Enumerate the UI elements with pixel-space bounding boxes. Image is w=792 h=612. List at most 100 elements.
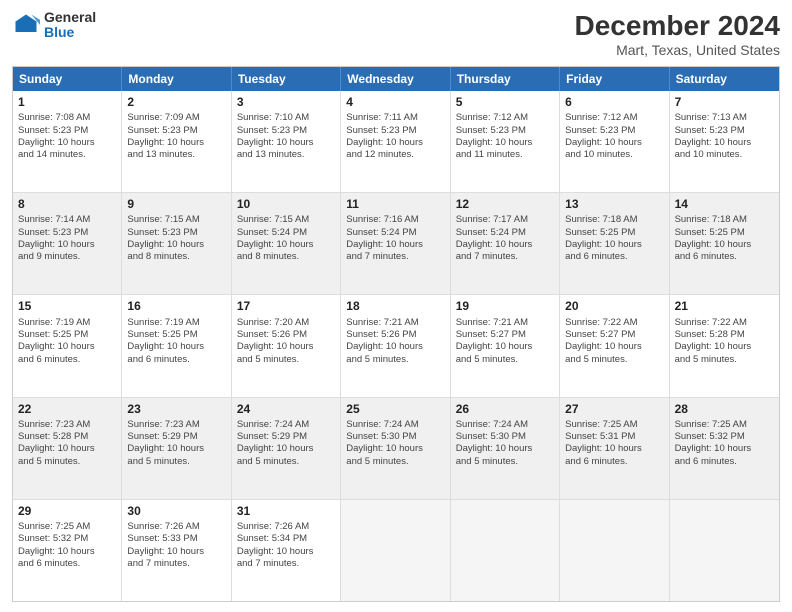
- cell-info: Sunrise: 7:20 AM Sunset: 5:26 PM Dayligh…: [237, 317, 335, 366]
- calendar-row-3: 15 Sunrise: 7:19 AM Sunset: 5:25 PM Dayli…: [13, 295, 779, 397]
- table-row: 27 Sunrise: 7:25 AM Sunset: 5:31 PM Dayli…: [560, 398, 669, 499]
- table-row: 16 Sunrise: 7:19 AM Sunset: 5:25 PM Dayli…: [122, 295, 231, 396]
- cell-info: Sunrise: 7:21 AM Sunset: 5:26 PM Dayligh…: [346, 317, 444, 366]
- header-wednesday: Wednesday: [341, 67, 450, 91]
- table-row: 10Sunrise: 7:15 AM Sunset: 5:24 PM Dayli…: [232, 193, 341, 294]
- table-row: 29Sunrise: 7:25 AM Sunset: 5:32 PM Dayli…: [13, 500, 122, 601]
- cell-info: Sunrise: 7:25 AM Sunset: 5:32 PM Dayligh…: [18, 521, 116, 570]
- table-row: 19 Sunrise: 7:21 AM Sunset: 5:27 PM Dayli…: [451, 295, 560, 396]
- cell-info: Sunrise: 7:26 AM Sunset: 5:34 PM Dayligh…: [237, 521, 335, 570]
- cell-info: Sunrise: 7:19 AM Sunset: 5:25 PM Dayligh…: [18, 317, 116, 366]
- table-row: [341, 500, 450, 601]
- header-tuesday: Tuesday: [232, 67, 341, 91]
- title-block: December 2024 Mart, Texas, United States: [575, 10, 780, 58]
- cell-info: Sunrise: 7:09 AM Sunset: 5:23 PM Dayligh…: [127, 112, 225, 161]
- table-row: 17 Sunrise: 7:20 AM Sunset: 5:26 PM Dayli…: [232, 295, 341, 396]
- day-number: 22: [18, 401, 116, 417]
- table-row: 14 Sunrise: 7:18 AM Sunset: 5:25 PM Dayli…: [670, 193, 779, 294]
- header-friday: Friday: [560, 67, 669, 91]
- header-monday: Monday: [122, 67, 231, 91]
- day-number: 7: [675, 94, 774, 110]
- table-row: 20Sunrise: 7:22 AM Sunset: 5:27 PM Dayli…: [560, 295, 669, 396]
- table-row: 15 Sunrise: 7:19 AM Sunset: 5:25 PM Dayli…: [13, 295, 122, 396]
- day-number: 1: [18, 94, 116, 110]
- day-number: 20: [565, 298, 663, 314]
- day-number: 3: [237, 94, 335, 110]
- day-number: 21: [675, 298, 774, 314]
- logo-blue-text: Blue: [44, 25, 96, 40]
- calendar-body: 1 Sunrise: 7:08 AM Sunset: 5:23 PM Daylig…: [13, 91, 779, 601]
- cell-info: Sunrise: 7:24 AM Sunset: 5:30 PM Dayligh…: [346, 419, 444, 468]
- day-number: 27: [565, 401, 663, 417]
- calendar-row-1: 1 Sunrise: 7:08 AM Sunset: 5:23 PM Daylig…: [13, 91, 779, 193]
- table-row: 7 Sunrise: 7:13 AM Sunset: 5:23 PM Daylig…: [670, 91, 779, 192]
- cell-info: Sunrise: 7:14 AM Sunset: 5:23 PM Dayligh…: [18, 214, 116, 263]
- table-row: [670, 500, 779, 601]
- day-number: 9: [127, 196, 225, 212]
- cell-info: Sunrise: 7:15 AM Sunset: 5:24 PM Dayligh…: [237, 214, 335, 263]
- cell-info: Sunrise: 7:24 AM Sunset: 5:30 PM Dayligh…: [456, 419, 554, 468]
- cell-info: Sunrise: 7:13 AM Sunset: 5:23 PM Dayligh…: [675, 112, 774, 161]
- table-row: 26Sunrise: 7:24 AM Sunset: 5:30 PM Dayli…: [451, 398, 560, 499]
- cell-info: Sunrise: 7:17 AM Sunset: 5:24 PM Dayligh…: [456, 214, 554, 263]
- day-number: 6: [565, 94, 663, 110]
- header: General Blue December 2024 Mart, Texas, …: [12, 10, 780, 58]
- table-row: 9Sunrise: 7:15 AM Sunset: 5:23 PM Daylig…: [122, 193, 231, 294]
- cell-info: Sunrise: 7:18 AM Sunset: 5:25 PM Dayligh…: [565, 214, 663, 263]
- table-row: 21Sunrise: 7:22 AM Sunset: 5:28 PM Dayli…: [670, 295, 779, 396]
- cell-info: Sunrise: 7:23 AM Sunset: 5:28 PM Dayligh…: [18, 419, 116, 468]
- cell-info: Sunrise: 7:23 AM Sunset: 5:29 PM Dayligh…: [127, 419, 225, 468]
- day-number: 18: [346, 298, 444, 314]
- day-number: 2: [127, 94, 225, 110]
- cell-info: Sunrise: 7:08 AM Sunset: 5:23 PM Dayligh…: [18, 112, 116, 161]
- table-row: 24Sunrise: 7:24 AM Sunset: 5:29 PM Dayli…: [232, 398, 341, 499]
- day-number: 28: [675, 401, 774, 417]
- day-number: 4: [346, 94, 444, 110]
- calendar-row-2: 8 Sunrise: 7:14 AM Sunset: 5:23 PM Daylig…: [13, 193, 779, 295]
- table-row: 13Sunrise: 7:18 AM Sunset: 5:25 PM Dayli…: [560, 193, 669, 294]
- header-sunday: Sunday: [13, 67, 122, 91]
- cell-info: Sunrise: 7:24 AM Sunset: 5:29 PM Dayligh…: [237, 419, 335, 468]
- calendar-header-row: Sunday Monday Tuesday Wednesday Thursday…: [13, 67, 779, 91]
- cell-info: Sunrise: 7:21 AM Sunset: 5:27 PM Dayligh…: [456, 317, 554, 366]
- day-number: 11: [346, 196, 444, 212]
- cell-info: Sunrise: 7:26 AM Sunset: 5:33 PM Dayligh…: [127, 521, 225, 570]
- day-number: 16: [127, 298, 225, 314]
- day-number: 12: [456, 196, 554, 212]
- table-row: 18 Sunrise: 7:21 AM Sunset: 5:26 PM Dayli…: [341, 295, 450, 396]
- day-number: 8: [18, 196, 116, 212]
- day-number: 31: [237, 503, 335, 519]
- logo: General Blue: [12, 10, 96, 41]
- calendar: Sunday Monday Tuesday Wednesday Thursday…: [12, 66, 780, 602]
- logo-icon: [12, 11, 40, 39]
- table-row: 31 Sunrise: 7:26 AM Sunset: 5:34 PM Dayli…: [232, 500, 341, 601]
- day-number: 15: [18, 298, 116, 314]
- day-number: 17: [237, 298, 335, 314]
- cell-info: Sunrise: 7:11 AM Sunset: 5:23 PM Dayligh…: [346, 112, 444, 161]
- day-number: 14: [675, 196, 774, 212]
- day-number: 25: [346, 401, 444, 417]
- cell-info: Sunrise: 7:18 AM Sunset: 5:25 PM Dayligh…: [675, 214, 774, 263]
- logo-general-text: General: [44, 10, 96, 25]
- table-row: 1 Sunrise: 7:08 AM Sunset: 5:23 PM Daylig…: [13, 91, 122, 192]
- cell-info: Sunrise: 7:12 AM Sunset: 5:23 PM Dayligh…: [456, 112, 554, 161]
- cell-info: Sunrise: 7:19 AM Sunset: 5:25 PM Dayligh…: [127, 317, 225, 366]
- table-row: 8 Sunrise: 7:14 AM Sunset: 5:23 PM Daylig…: [13, 193, 122, 294]
- calendar-subtitle: Mart, Texas, United States: [575, 42, 780, 58]
- table-row: 28 Sunrise: 7:25 AM Sunset: 5:32 PM Dayli…: [670, 398, 779, 499]
- table-row: 5 Sunrise: 7:12 AM Sunset: 5:23 PM Daylig…: [451, 91, 560, 192]
- day-number: 30: [127, 503, 225, 519]
- day-number: 23: [127, 401, 225, 417]
- page: General Blue December 2024 Mart, Texas, …: [0, 0, 792, 612]
- day-number: 19: [456, 298, 554, 314]
- cell-info: Sunrise: 7:16 AM Sunset: 5:24 PM Dayligh…: [346, 214, 444, 263]
- cell-info: Sunrise: 7:25 AM Sunset: 5:31 PM Dayligh…: [565, 419, 663, 468]
- calendar-title: December 2024: [575, 10, 780, 42]
- table-row: 23 Sunrise: 7:23 AM Sunset: 5:29 PM Dayli…: [122, 398, 231, 499]
- table-row: 22 Sunrise: 7:23 AM Sunset: 5:28 PM Dayli…: [13, 398, 122, 499]
- day-number: 5: [456, 94, 554, 110]
- calendar-row-4: 22 Sunrise: 7:23 AM Sunset: 5:28 PM Dayli…: [13, 398, 779, 500]
- cell-info: Sunrise: 7:25 AM Sunset: 5:32 PM Dayligh…: [675, 419, 774, 468]
- cell-info: Sunrise: 7:12 AM Sunset: 5:23 PM Dayligh…: [565, 112, 663, 161]
- cell-info: Sunrise: 7:10 AM Sunset: 5:23 PM Dayligh…: [237, 112, 335, 161]
